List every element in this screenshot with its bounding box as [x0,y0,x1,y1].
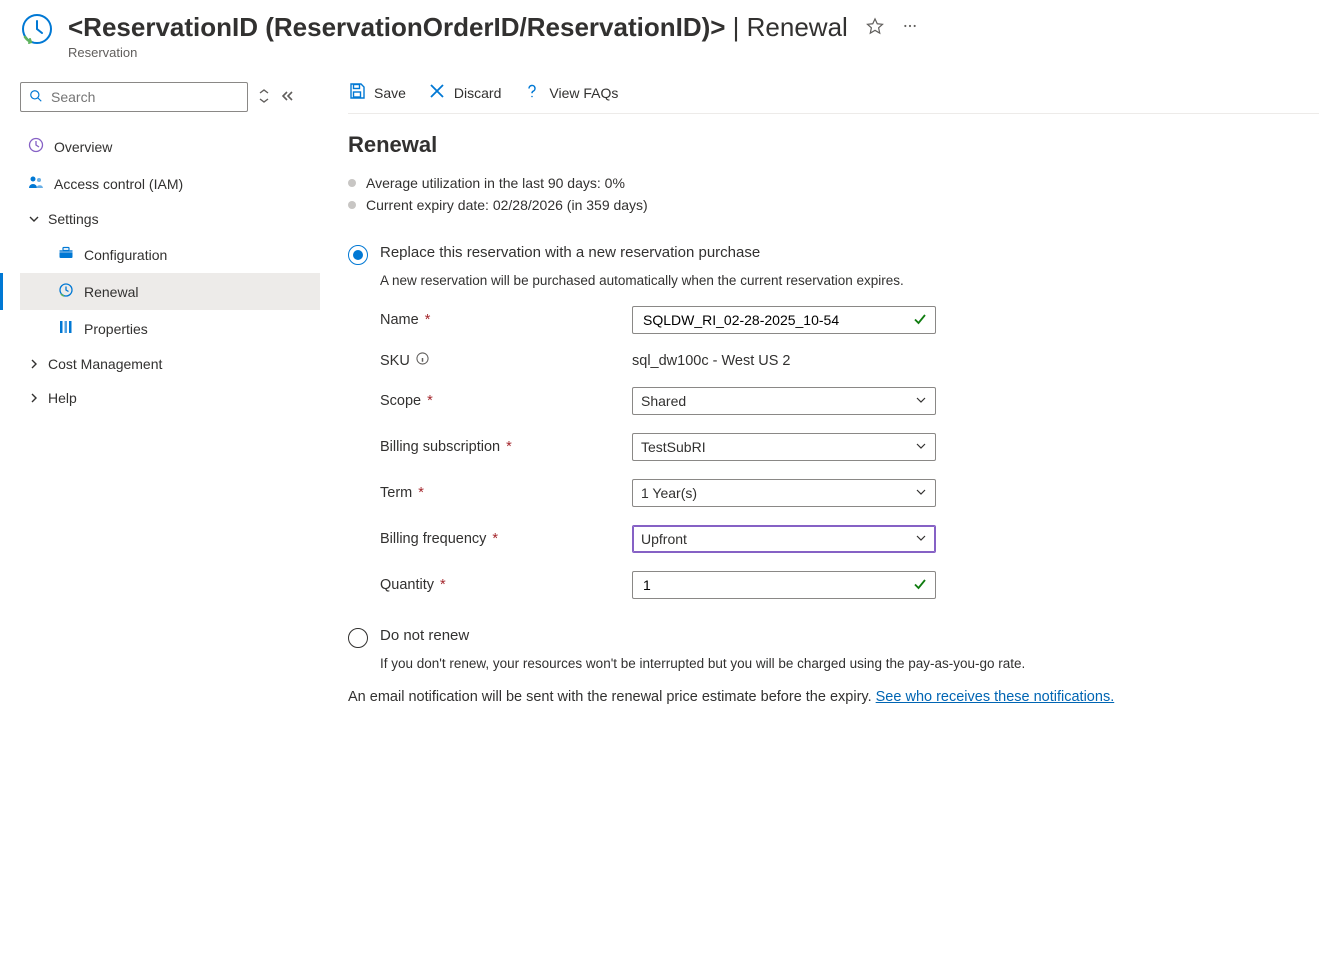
sidebar: Overview Access control (IAM) Settings C… [20,82,320,705]
more-icon[interactable] [902,18,918,37]
renewal-form: Name * SKU [380,306,1319,599]
sidebar-item-label: Properties [84,321,148,337]
field-label-sku: SKU [380,352,632,369]
field-label-term: Term * [380,485,632,501]
sidebar-item-properties[interactable]: Properties [20,310,320,347]
sidebar-item-label: Configuration [84,247,167,263]
collapse-sidebar-icon[interactable] [280,89,294,106]
discard-button[interactable]: Discard [428,82,501,103]
subscription-select[interactable]: TestSubRI [632,433,936,461]
info-icon[interactable] [416,352,429,369]
footer-notice: An email notification will be sent with … [348,689,1319,705]
page-title: <ReservationID (ReservationOrderID/Reser… [68,12,848,43]
main-content: Save Discard View FAQs Renewal Aver [320,82,1319,705]
page-subtitle: Reservation [68,45,1319,60]
sidebar-group-label: Help [48,390,77,406]
save-button[interactable]: Save [348,82,406,103]
sidebar-search[interactable] [20,82,248,112]
page-header: <ReservationID (ReservationOrderID/Reser… [20,0,1319,60]
sidebar-item-label: Renewal [84,284,138,300]
sidebar-group-help[interactable]: Help [20,381,320,415]
properties-icon [58,319,74,338]
sku-value: sql_dw100c - West US 2 [632,353,936,369]
radio-icon [348,628,368,648]
valid-check-icon [913,312,927,329]
chevron-down-icon [915,531,927,547]
renewal-clock-icon [58,282,74,301]
chevron-down-icon [915,485,927,501]
sidebar-item-overview[interactable]: Overview [20,128,320,165]
search-icon [29,89,43,106]
radio-label: Replace this reservation with a new rese… [380,244,760,261]
valid-check-icon [913,577,927,594]
field-label-name: Name * [380,312,632,328]
sidebar-group-cost[interactable]: Cost Management [20,347,320,381]
people-icon [28,174,44,193]
reservation-clock-icon [20,12,54,49]
sidebar-group-label: Cost Management [48,356,162,372]
sidebar-item-renewal[interactable]: Renewal [20,273,320,310]
radio-description: A new reservation will be purchased auto… [380,273,1319,288]
field-label-scope: Scope * [380,393,632,409]
sidebar-item-configuration[interactable]: Configuration [20,236,320,273]
radio-replace[interactable]: Replace this reservation with a new rese… [348,244,1319,265]
sidebar-item-label: Overview [54,139,112,155]
radio-description: If you don't renew, your resources won't… [380,656,1319,671]
field-label-frequency: Billing frequency * [380,531,632,547]
expand-collapse-icon[interactable] [258,89,270,106]
field-label-subscription: Billing subscription * [380,439,632,455]
notifications-link[interactable]: See who receives these notifications. [876,689,1115,705]
bullet-item: Average utilization in the last 90 days:… [348,172,1319,194]
radio-do-not-renew[interactable]: Do not renew [348,627,1319,648]
search-input[interactable] [49,88,239,106]
favorite-star-icon[interactable] [866,17,884,38]
radio-label: Do not renew [380,627,469,644]
section-title: Renewal [348,132,1319,158]
name-input[interactable] [632,306,936,334]
command-bar: Save Discard View FAQs [348,82,1319,114]
close-icon [428,82,446,103]
overview-icon [28,137,44,156]
scope-select[interactable]: Shared [632,387,936,415]
save-icon [348,82,366,103]
quantity-input[interactable] [632,571,936,599]
chevron-down-icon [915,439,927,455]
radio-icon [348,245,368,265]
billing-frequency-select[interactable]: Upfront [632,525,936,553]
chevron-right-icon [28,358,40,370]
term-select[interactable]: 1 Year(s) [632,479,936,507]
bullet-item: Current expiry date: 02/28/2026 (in 359 … [348,194,1319,216]
sidebar-item-label: Access control (IAM) [54,176,183,192]
sidebar-group-settings[interactable]: Settings [20,202,320,236]
sidebar-item-iam[interactable]: Access control (IAM) [20,165,320,202]
toolbox-icon [58,245,74,264]
field-label-quantity: Quantity * [380,577,632,593]
question-icon [523,82,541,103]
chevron-down-icon [915,393,927,409]
view-faqs-button[interactable]: View FAQs [523,82,618,103]
chevron-right-icon [28,392,40,404]
chevron-down-icon [28,213,40,225]
sidebar-group-label: Settings [48,211,99,227]
info-bullets: Average utilization in the last 90 days:… [348,172,1319,216]
